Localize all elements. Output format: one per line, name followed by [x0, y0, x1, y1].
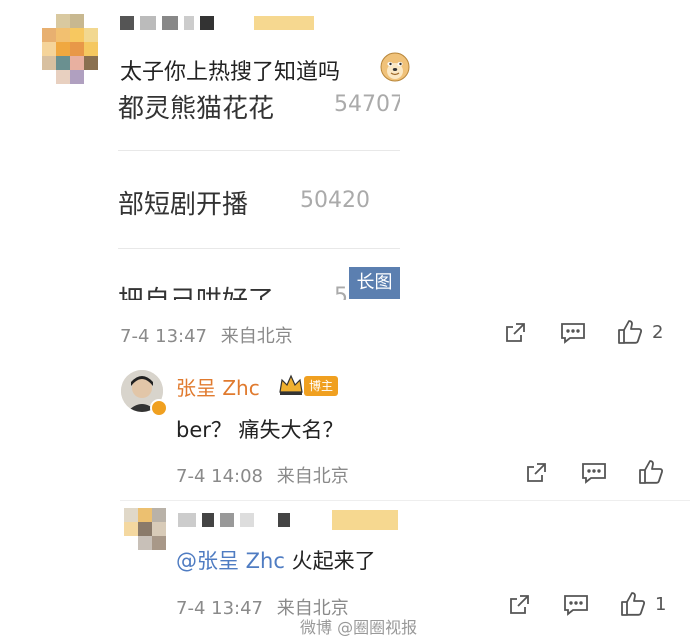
share-icon[interactable] [524, 461, 548, 485]
comment-icon[interactable] [581, 461, 607, 485]
verified-badge-icon [150, 399, 168, 417]
divider [118, 150, 400, 151]
comment-location: 来自北京 [220, 326, 293, 347]
divider [118, 248, 400, 249]
comment-icon[interactable] [560, 321, 586, 345]
blogger-badge: 博主 [304, 376, 339, 396]
username-redacted[interactable] [120, 16, 314, 30]
screenshot-row-label: 都灵熊猫花花 [118, 94, 275, 124]
avatar[interactable] [124, 508, 166, 550]
comment-time: 7-4 13:47 [120, 326, 207, 347]
reply-time: 7-4 14:08 [176, 466, 263, 487]
screenshot-row-clipped: 把自己哄好了 5 [118, 270, 349, 300]
crown-icon [278, 374, 304, 400]
reply-body: 火起来了 [284, 549, 376, 573]
share-icon[interactable] [507, 593, 531, 617]
reply-meta: 7-4 14:08 来自北京 [176, 462, 349, 488]
divider [120, 500, 690, 501]
screenshot-row-value: 50420 [300, 188, 370, 213]
screenshot-row-value: 5 [334, 284, 348, 300]
screenshot-row-value: 54707 [334, 92, 400, 117]
like-count: 1 [655, 594, 667, 615]
comment-icon[interactable] [563, 593, 589, 617]
mention-link[interactable]: @张呈 Zhc [176, 549, 285, 573]
screenshot-row-label: 部短剧开播 [118, 190, 249, 220]
like-icon[interactable] [620, 591, 646, 617]
share-icon[interactable] [503, 321, 527, 345]
reply-text: @张呈 Zhc 火起来了 [176, 545, 376, 575]
screenshot-row-label: 把自己哄好了 [118, 280, 274, 300]
reply-text: ber？ 痛失大名？ [176, 418, 344, 442]
like-icon[interactable] [617, 319, 643, 345]
comment-meta: 7-4 13:47 来自北京 [120, 322, 293, 348]
like-icon[interactable] [638, 459, 664, 485]
doge-emoji-icon [380, 52, 410, 86]
watermark: 微博 @圈圈视报 [300, 618, 418, 637]
reply-location: 来自北京 [276, 466, 349, 487]
username-redacted[interactable] [178, 510, 398, 530]
author-name[interactable]: 张呈 Zhc [176, 372, 260, 401]
long-image-badge[interactable]: 长图 [349, 267, 400, 299]
avatar[interactable] [42, 14, 98, 84]
like-count: 2 [652, 322, 664, 343]
reply-time: 7-4 13:47 [176, 598, 263, 619]
